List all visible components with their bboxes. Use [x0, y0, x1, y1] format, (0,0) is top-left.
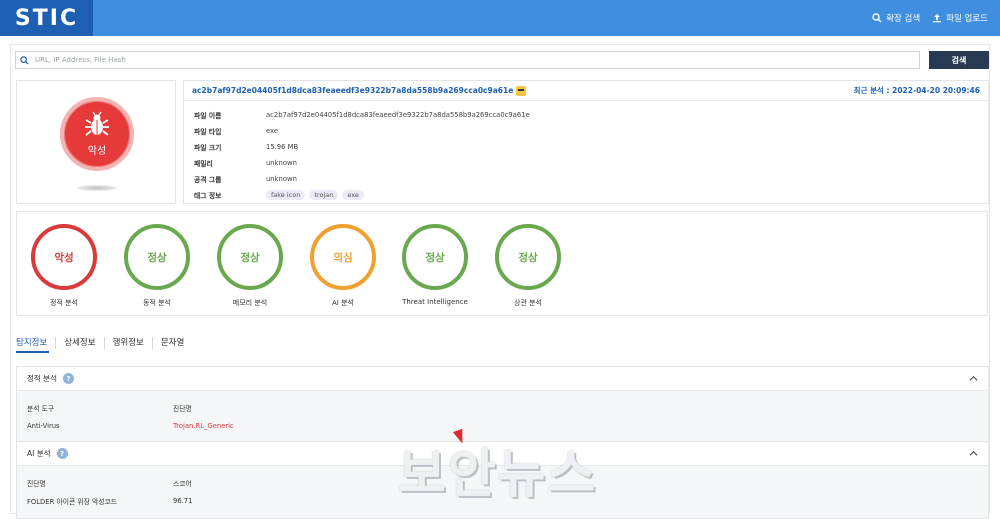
search-icon	[872, 13, 882, 23]
tab-detection[interactable]: 탐지정보	[16, 337, 57, 349]
info-value: 15.96 MB	[266, 143, 299, 151]
info-row: 파일 크기 15.96 MB	[194, 139, 988, 155]
info-row: 패밀리 unknown	[194, 155, 988, 171]
info-row: 태그 정보 fake icon trojan exe	[194, 187, 988, 203]
verdict-badge: 악성	[60, 97, 134, 171]
active-tab-indicator	[16, 351, 49, 353]
column-header: 진단명	[173, 405, 192, 413]
analysis-label: 메모리 분석	[232, 299, 268, 307]
section-title-text: 정적 분석	[27, 374, 57, 383]
last-analysis: 최근 분석 : 2022-04-20 20:09:46	[853, 86, 980, 95]
analysis-label: Threat Intelligence	[402, 298, 468, 306]
info-value: unknown	[266, 175, 297, 183]
column-header: 진단명	[27, 480, 46, 488]
analysis-label: 상관 분석	[514, 299, 542, 307]
search-input[interactable]	[33, 55, 893, 65]
file-info-card: ac2b7af97d2e04405f1d8dca83feaeedf3e9322b…	[183, 80, 989, 204]
info-key: 패밀리	[194, 160, 213, 168]
result-ring: 정상	[217, 224, 283, 290]
chevron-up-icon[interactable]	[969, 449, 978, 458]
verdict-card: 악성	[16, 80, 176, 204]
face-icon	[516, 85, 527, 96]
info-key: 태그 정보	[194, 192, 222, 200]
search-row: 검색	[15, 51, 989, 69]
top-links: 확장 검색 파일 업로드	[872, 0, 988, 36]
analysis-summary: 악성 정적 분석 정상 동적 분석 정상 메모리 분석 의심 AI 분석 정상 …	[16, 211, 988, 316]
table-cell: 96.71	[173, 497, 193, 505]
extended-search-link[interactable]: 확장 검색	[872, 12, 920, 24]
analysis-correlation[interactable]: 정상 상관 분석	[483, 224, 573, 308]
analysis-memory[interactable]: 정상 메모리 분석	[205, 224, 295, 308]
watermark: 보안뉴스	[398, 445, 598, 505]
analysis-ai[interactable]: 의심 AI 분석	[298, 224, 388, 308]
section-header[interactable]: 정적 분석 ?	[17, 367, 988, 391]
info-key: 파일 크기	[194, 144, 222, 152]
search-icon	[20, 55, 29, 65]
info-row: 파일 이름 ac2b7af97d2e04405f1d8dca83feaeedf3…	[194, 107, 988, 123]
extended-search-label: 확장 검색	[886, 14, 921, 24]
analysis-dynamic[interactable]: 정상 동적 분석	[112, 224, 202, 308]
result-ring: 정상	[124, 224, 190, 290]
result-ring: 악성	[31, 224, 97, 290]
help-icon[interactable]: ?	[62, 373, 74, 384]
verdict-label: 악성	[87, 145, 107, 157]
table-cell: Anti-Virus	[27, 422, 60, 430]
table-cell: Trojan.RL_Generic	[173, 422, 234, 430]
logo[interactable]: STIC	[0, 0, 93, 36]
info-key: 파일 타입	[194, 128, 222, 136]
help-icon[interactable]: ?	[56, 448, 68, 459]
info-key: 파일 이름	[194, 112, 222, 120]
tab-strings[interactable]: 문자열	[153, 337, 192, 349]
chevron-up-icon[interactable]	[969, 374, 978, 383]
section-title: 정적 분석 ?	[27, 373, 74, 384]
top-bar: STIC 확장 검색 파일 업로드	[0, 0, 1000, 36]
tag[interactable]: trojan	[309, 190, 339, 200]
info-value: exe	[266, 127, 279, 135]
file-info-rows: 파일 이름 ac2b7af97d2e04405f1d8dca83feaeedf3…	[184, 101, 988, 203]
result-ring: 정상	[402, 224, 468, 290]
tab-details[interactable]: 상세정보	[56, 337, 105, 349]
analysis-label: AI 분석	[332, 299, 354, 307]
info-row: 공격 그룹 unknown	[194, 171, 988, 187]
file-hash[interactable]: ac2b7af97d2e04405f1d8dca83feaeedf3e9322b…	[192, 86, 513, 95]
column-header: 분석 도구	[27, 405, 55, 413]
file-upload-label: 파일 업로드	[946, 14, 988, 24]
file-upload-link[interactable]: 파일 업로드	[932, 12, 988, 24]
result-ring: 의심	[310, 224, 376, 290]
column-header: 스코어	[173, 480, 192, 488]
search-box[interactable]	[15, 51, 920, 69]
analysis-threat-intel[interactable]: 정상 Threat Intelligence	[390, 224, 480, 306]
section-title: AI 분석 ?	[27, 448, 68, 459]
analysis-label: 동적 분석	[143, 299, 171, 307]
bug-icon	[85, 111, 109, 136]
info-value: ac2b7af97d2e04405f1d8dca83feaeedf3e9322b…	[266, 111, 530, 119]
file-info-header: ac2b7af97d2e04405f1d8dca83feaeedf3e9322b…	[184, 81, 988, 101]
search-button[interactable]: 검색	[929, 51, 989, 69]
hash-title: ac2b7af97d2e04405f1d8dca83feaeedf3e9322b…	[192, 85, 527, 96]
analysis-label: 정적 분석	[50, 299, 78, 307]
tag-list: fake icon trojan exe	[266, 190, 364, 200]
table-cell: FOLDER 아이콘 위장 악성코드	[27, 498, 118, 506]
info-value: unknown	[266, 159, 297, 167]
result-ring: 정상	[495, 224, 561, 290]
tag[interactable]: exe	[342, 190, 364, 200]
table-header-row: 분석 도구 진단명	[27, 399, 978, 417]
tag[interactable]: fake icon	[266, 190, 306, 200]
analysis-static[interactable]: 악성 정적 분석	[19, 224, 109, 308]
info-key: 공격 그룹	[194, 176, 222, 184]
upload-icon	[933, 14, 942, 23]
info-row: 파일 타입 exe	[194, 123, 988, 139]
verdict-shadow	[77, 185, 117, 191]
section-title-text: AI 분석	[27, 449, 51, 458]
tab-behavior[interactable]: 행위정보	[105, 337, 153, 349]
